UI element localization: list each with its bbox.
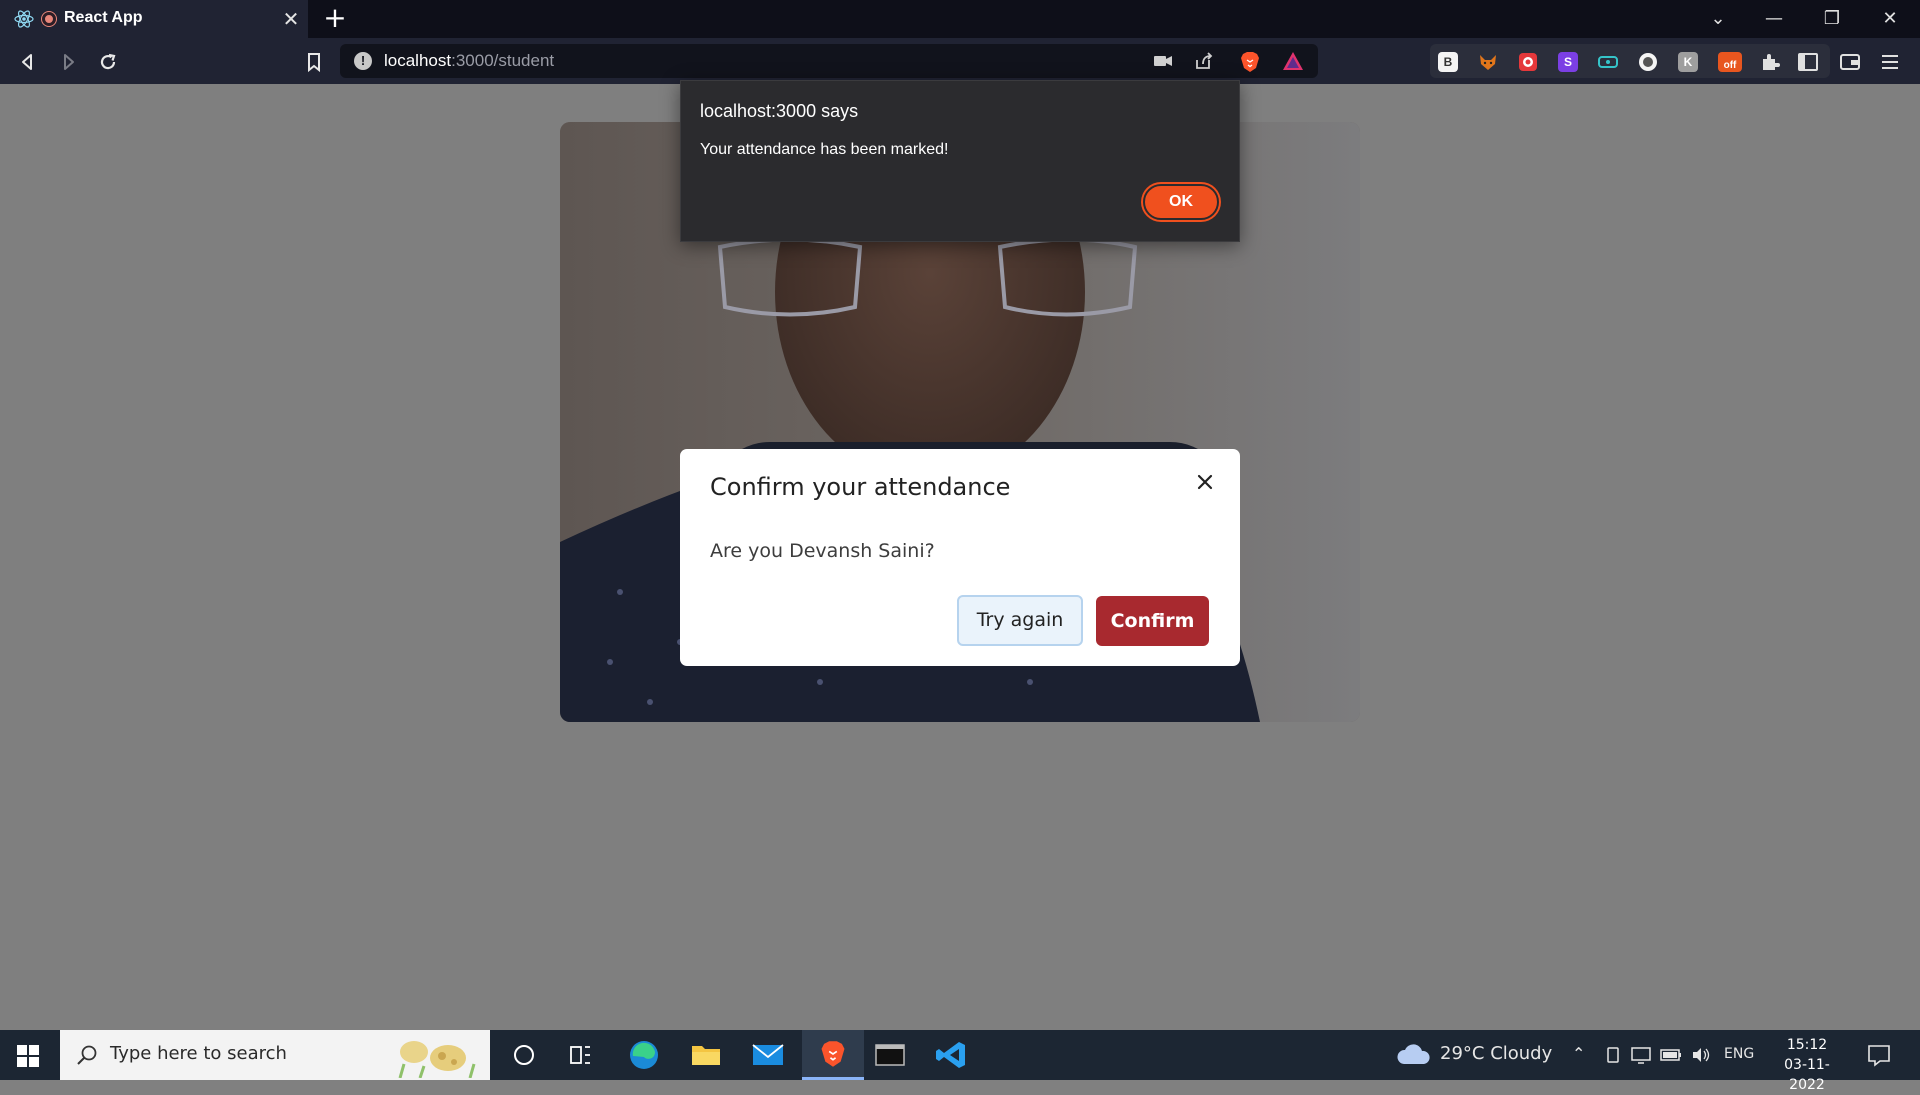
tab-title: React App (64, 9, 143, 26)
camera-icon[interactable] (1151, 50, 1175, 72)
forward-icon[interactable] (54, 48, 82, 76)
back-icon[interactable] (14, 48, 42, 76)
cortana-icon[interactable] (496, 1030, 552, 1080)
show-hidden-icons-icon[interactable]: ⌃ (1572, 1044, 1585, 1063)
browser-alert-dialog: localhost:3000 says Your attendance has … (680, 80, 1240, 242)
b-extension-icon[interactable]: B (1438, 52, 1458, 72)
k-extension-icon[interactable]: K (1678, 52, 1698, 72)
red-extension-icon[interactable] (1518, 52, 1538, 72)
browser-tab[interactable]: React App ✕ (0, 0, 308, 38)
alert-ok-button[interactable]: OK (1143, 184, 1219, 220)
teal-extension-icon[interactable] (1598, 52, 1618, 72)
new-tab-button[interactable]: + (320, 4, 350, 34)
search-icon (77, 1045, 97, 1065)
fox-extension-icon[interactable] (1478, 52, 1498, 72)
off-extension-icon[interactable]: off (1718, 52, 1742, 72)
extensions-strip: B S K off (1430, 44, 1830, 78)
recording-indicator-icon (42, 12, 56, 26)
edge-icon[interactable] (616, 1030, 672, 1080)
volume-icon[interactable] (1690, 1045, 1712, 1065)
taskbar-clock[interactable]: 15:12 03-11-2022 (1770, 1035, 1844, 1095)
try-again-button[interactable]: Try again (957, 595, 1083, 646)
s-extension-icon[interactable]: S (1558, 52, 1578, 72)
device-icon[interactable] (1604, 1046, 1622, 1064)
tab-close-button[interactable]: ✕ (280, 8, 302, 30)
battery-icon[interactable] (1660, 1047, 1682, 1063)
alert-message: Your attendance has been marked! (700, 141, 949, 158)
puzzle-extensions-icon[interactable] (1760, 52, 1780, 72)
brave-shields-icon[interactable] (1240, 51, 1260, 73)
bookmark-icon[interactable] (300, 48, 328, 76)
weather-text[interactable]: 29°C Cloudy (1440, 1043, 1552, 1064)
restore-button[interactable]: ❐ (1816, 6, 1848, 32)
terminal-icon[interactable] (862, 1030, 918, 1080)
vscode-icon[interactable] (924, 1030, 980, 1080)
react-logo-icon (14, 10, 34, 28)
confirm-button[interactable]: Confirm (1096, 596, 1209, 646)
task-view-icon[interactable] (552, 1030, 608, 1080)
minimize-button[interactable]: — (1758, 6, 1790, 32)
circle-extension-icon[interactable] (1638, 52, 1658, 72)
cloud-weather-icon[interactable] (1396, 1042, 1432, 1068)
brave-taskbar-button[interactable] (802, 1030, 864, 1080)
brave-rewards-icon[interactable] (1282, 51, 1304, 71)
reload-icon[interactable] (94, 48, 122, 76)
site-info-icon[interactable]: ! (354, 52, 372, 70)
taskbar-search-box[interactable]: Type here to search (60, 1030, 490, 1080)
browser-tab-bar: React App ✕ + ⌄ — ❐ ✕ (0, 0, 1920, 38)
sidebar-icon[interactable] (1794, 50, 1822, 74)
network-icon[interactable] (1630, 1045, 1652, 1065)
menu-icon[interactable] (1876, 50, 1904, 74)
tab-search-button[interactable]: ⌄ (1702, 6, 1734, 32)
language-indicator[interactable]: ENG (1724, 1046, 1754, 1062)
share-icon[interactable] (1191, 50, 1215, 72)
windows-start-icon[interactable] (16, 1044, 40, 1068)
confirm-attendance-modal: Confirm your attendance Are you Devansh … (680, 449, 1240, 666)
brave-icon (821, 1040, 845, 1067)
mail-icon[interactable] (740, 1030, 796, 1080)
wallet-icon[interactable] (1836, 50, 1864, 74)
notifications-icon[interactable] (1866, 1042, 1892, 1068)
alert-title: localhost:3000 says (700, 101, 859, 121)
search-highlight-art-icon (398, 1041, 476, 1078)
file-explorer-icon[interactable] (678, 1030, 734, 1080)
modal-title: Confirm your attendance (710, 473, 1011, 501)
clock-time: 15:12 (1786, 1037, 1828, 1053)
url-text[interactable]: localhost:3000/student (384, 51, 554, 71)
search-placeholder: Type here to search (110, 1043, 287, 1064)
close-icon[interactable] (1190, 467, 1220, 497)
windows-taskbar: Type here to search 29°C Cloudy ⌃ ENG 15… (0, 1030, 1920, 1093)
address-bar[interactable]: ! localhost:3000/student (340, 44, 1318, 78)
modal-body-text: Are you Devansh Saini? (710, 540, 935, 562)
clock-date: 03-11-2022 (1784, 1057, 1830, 1093)
close-window-button[interactable]: ✕ (1874, 6, 1906, 32)
